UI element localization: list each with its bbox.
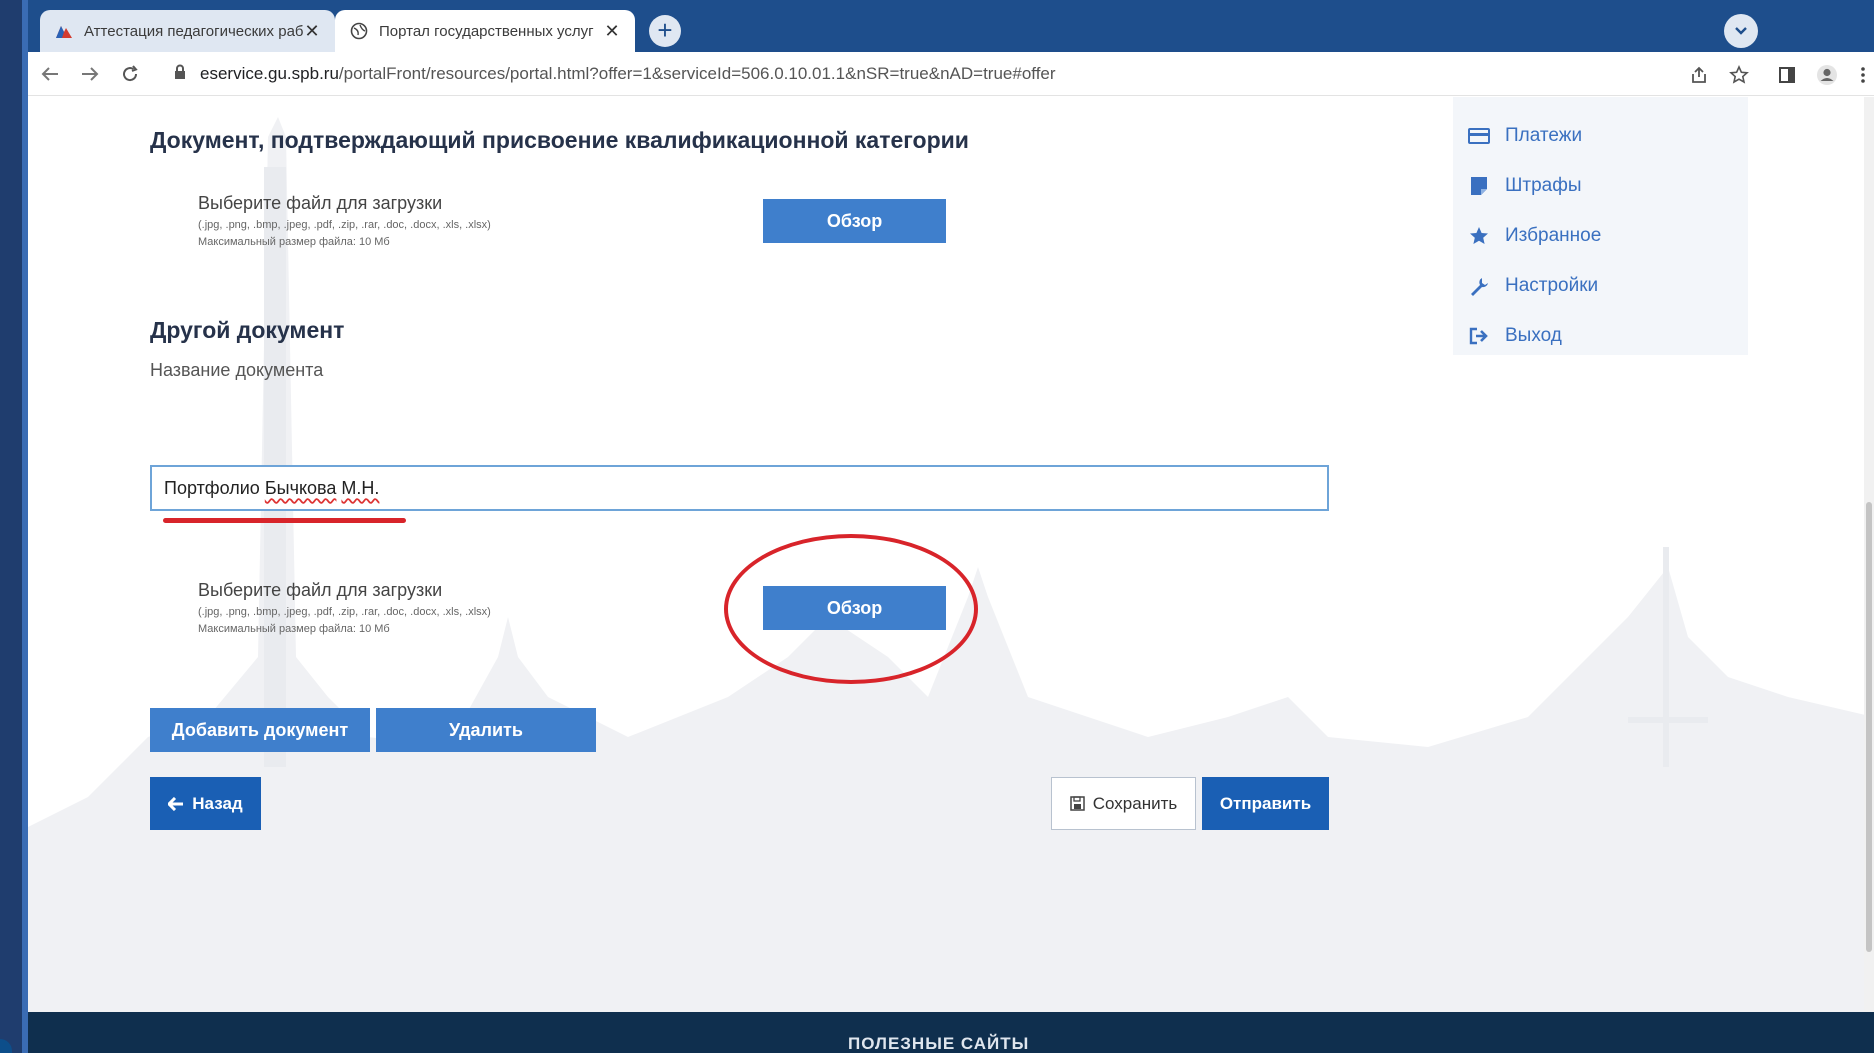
globe-icon [349, 21, 369, 41]
address-toolbar: eservice.gu.spb.ru/portalFront/resources… [28, 52, 1874, 96]
back-arrow-icon[interactable] [38, 62, 62, 86]
sidebar-item-favorites[interactable]: Избранное [1453, 211, 1748, 261]
back-button-label: Назад [192, 793, 243, 813]
sidebar-item-payments[interactable]: Платежи [1453, 111, 1748, 161]
sidebar-item-label: Избранное [1505, 225, 1602, 246]
upload-formats: (.jpg, .png, .bmp, .jpeg, .pdf, .zip, .r… [198, 606, 491, 618]
upload-title: Выберите файл для загрузки [198, 580, 443, 600]
tab-search-button[interactable] [1724, 14, 1758, 48]
star-icon [1467, 224, 1491, 248]
sidebar-item-label: Платежи [1505, 125, 1583, 146]
sidebar-item-label: Выход [1505, 325, 1562, 346]
back-button[interactable]: Назад [150, 777, 261, 830]
fine-icon [1467, 174, 1491, 198]
upload-hint: (.jpg, .png, .bmp, .jpeg, .pdf, .zip, .r… [198, 217, 491, 251]
reload-icon[interactable] [118, 62, 142, 86]
url-field[interactable]: eservice.gu.spb.ru/portalFront/resources… [200, 64, 1056, 84]
page-scrollbar[interactable] [1864, 97, 1874, 1053]
share-icon[interactable] [1688, 64, 1710, 86]
left-window-frame [0, 0, 28, 1053]
floppy-disk-icon [1070, 796, 1085, 811]
scrollbar-thumb[interactable] [1866, 502, 1872, 952]
attestation-favicon-icon [54, 21, 74, 41]
footer-bar: ПОЛЕЗНЫЕ САЙТЫ [28, 1012, 1874, 1053]
page-content: Документ, подтверждающий присвоение квал… [28, 97, 1874, 1053]
doc-name-prefix: Портфолио [164, 477, 265, 498]
browse-button-qualification[interactable]: Обзор [763, 199, 946, 243]
forward-arrow-icon[interactable] [78, 62, 102, 86]
upload-formats: (.jpg, .png, .bmp, .jpeg, .pdf, .zip, .r… [198, 219, 491, 231]
doc-name-initials: М.Н. [341, 477, 380, 498]
tab-bar: Аттестация педагогических раб ✕ Портал г… [28, 0, 1874, 52]
add-document-button[interactable]: Добавить документ [150, 708, 370, 752]
doc-name-input[interactable]: Портфолио Бычкова М.Н. [150, 465, 1329, 511]
sidebar-item-settings[interactable]: Настройки [1453, 261, 1748, 311]
upload-title: Выберите файл для загрузки [198, 193, 443, 213]
side-panel-icon[interactable] [1776, 64, 1798, 86]
tab-label: Портал государственных услуг [379, 22, 594, 40]
browser-menu-icon[interactable] [1852, 64, 1874, 86]
url-host: eservice.gu.spb.ru [200, 64, 339, 83]
frame-corner [0, 1039, 12, 1053]
sidebar-item-fines[interactable]: Штрафы [1453, 161, 1748, 211]
sidebar-item-label: Штрафы [1505, 175, 1582, 196]
url-path: /portalFront/resources/portal.html?offer… [338, 64, 1056, 83]
logout-icon [1467, 324, 1491, 348]
submit-button[interactable]: Отправить [1202, 777, 1329, 830]
section-title-other-document: Другой документ [150, 317, 345, 343]
tab-label: Аттестация педагогических раб [84, 22, 303, 40]
profile-avatar-icon[interactable] [1816, 64, 1838, 86]
sidebar-item-label: Настройки [1505, 275, 1599, 296]
upload-hint: (.jpg, .png, .bmp, .jpeg, .pdf, .zip, .r… [198, 604, 491, 638]
tab-attestation[interactable]: Аттестация педагогических раб ✕ [40, 10, 335, 52]
sidebar-item-logout[interactable]: Выход [1453, 311, 1748, 361]
browser-window: Аттестация педагогических раб ✕ Портал г… [28, 0, 1874, 1053]
doc-name-surname: Бычкова [264, 477, 337, 498]
red-underline-annotation [163, 518, 406, 523]
star-outline-icon[interactable] [1728, 64, 1750, 86]
close-tab-icon[interactable]: ✕ [603, 21, 621, 42]
user-side-menu: Платежи Штрафы Избранное Настройки Выход [1453, 97, 1748, 355]
save-button-label: Сохранить [1092, 793, 1178, 813]
doc-name-label: Название документа [150, 360, 324, 380]
upload-max-size: Максимальный размер файла: 10 Мб [198, 623, 390, 635]
close-tab-icon[interactable]: ✕ [303, 21, 321, 42]
footer-title: ПОЛЕЗНЫЕ САЙТЫ [848, 1034, 1030, 1053]
tab-gosuslugi[interactable]: Портал государственных услуг ✕ [335, 10, 635, 52]
arrow-left-icon [168, 796, 184, 811]
delete-button[interactable]: Удалить [376, 708, 596, 752]
chevron-down-icon [1735, 27, 1747, 35]
upload-max-size: Максимальный размер файла: 10 Мб [198, 236, 390, 248]
credit-card-icon [1467, 124, 1491, 148]
section-title-qualification: Документ, подтверждающий присвоение квал… [150, 127, 969, 153]
red-circle-annotation [724, 534, 978, 684]
wrench-icon [1467, 274, 1491, 298]
lock-icon[interactable] [174, 64, 186, 85]
new-tab-button[interactable]: + [649, 15, 681, 47]
save-button[interactable]: Сохранить [1051, 777, 1196, 830]
